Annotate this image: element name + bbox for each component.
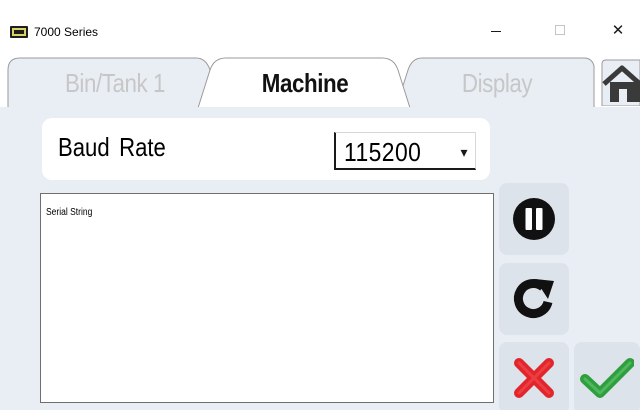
baud-rate-label: Baud Rate	[58, 132, 166, 162]
minimize-button[interactable]	[473, 16, 519, 44]
baud-rate-select[interactable]: 115200 ▾	[334, 132, 476, 170]
refresh-icon	[513, 279, 554, 318]
baud-rate-card: Baud Rate 115200 ▾	[42, 118, 490, 180]
window-title: 7000 Series	[34, 25, 99, 39]
app-window-icon	[10, 26, 28, 38]
maximize-icon	[555, 25, 565, 35]
machine-panel: Baud Rate 115200 ▾ Serial String	[0, 108, 640, 410]
chevron-down-icon[interactable]: ▾	[454, 137, 474, 167]
pause-button[interactable]	[499, 183, 569, 255]
maximize-button[interactable]	[537, 16, 583, 44]
close-button[interactable]: ✕	[595, 16, 640, 44]
title-bar: 7000 Series ✕	[0, 0, 640, 44]
close-icon: ✕	[611, 22, 625, 39]
baud-rate-value: 115200	[344, 137, 422, 167]
tab-bin-tank[interactable]: Bin/Tank 1	[35, 63, 195, 103]
cancel-x-icon	[514, 358, 554, 398]
tab-display[interactable]: Display	[418, 63, 576, 103]
serial-string-label: Serial String	[46, 207, 93, 218]
home-icon[interactable]	[598, 58, 640, 106]
refresh-button[interactable]	[499, 263, 569, 335]
cancel-button[interactable]	[499, 342, 569, 410]
ok-button[interactable]	[574, 342, 640, 410]
serial-string-area[interactable]: Serial String	[40, 193, 494, 403]
minimize-icon	[491, 30, 501, 32]
pause-icon	[513, 198, 555, 240]
tab-machine[interactable]: Machine	[225, 63, 385, 103]
tab-strip: Bin/Tank 1 Machine Display	[0, 44, 640, 108]
checkmark-icon	[580, 358, 634, 398]
